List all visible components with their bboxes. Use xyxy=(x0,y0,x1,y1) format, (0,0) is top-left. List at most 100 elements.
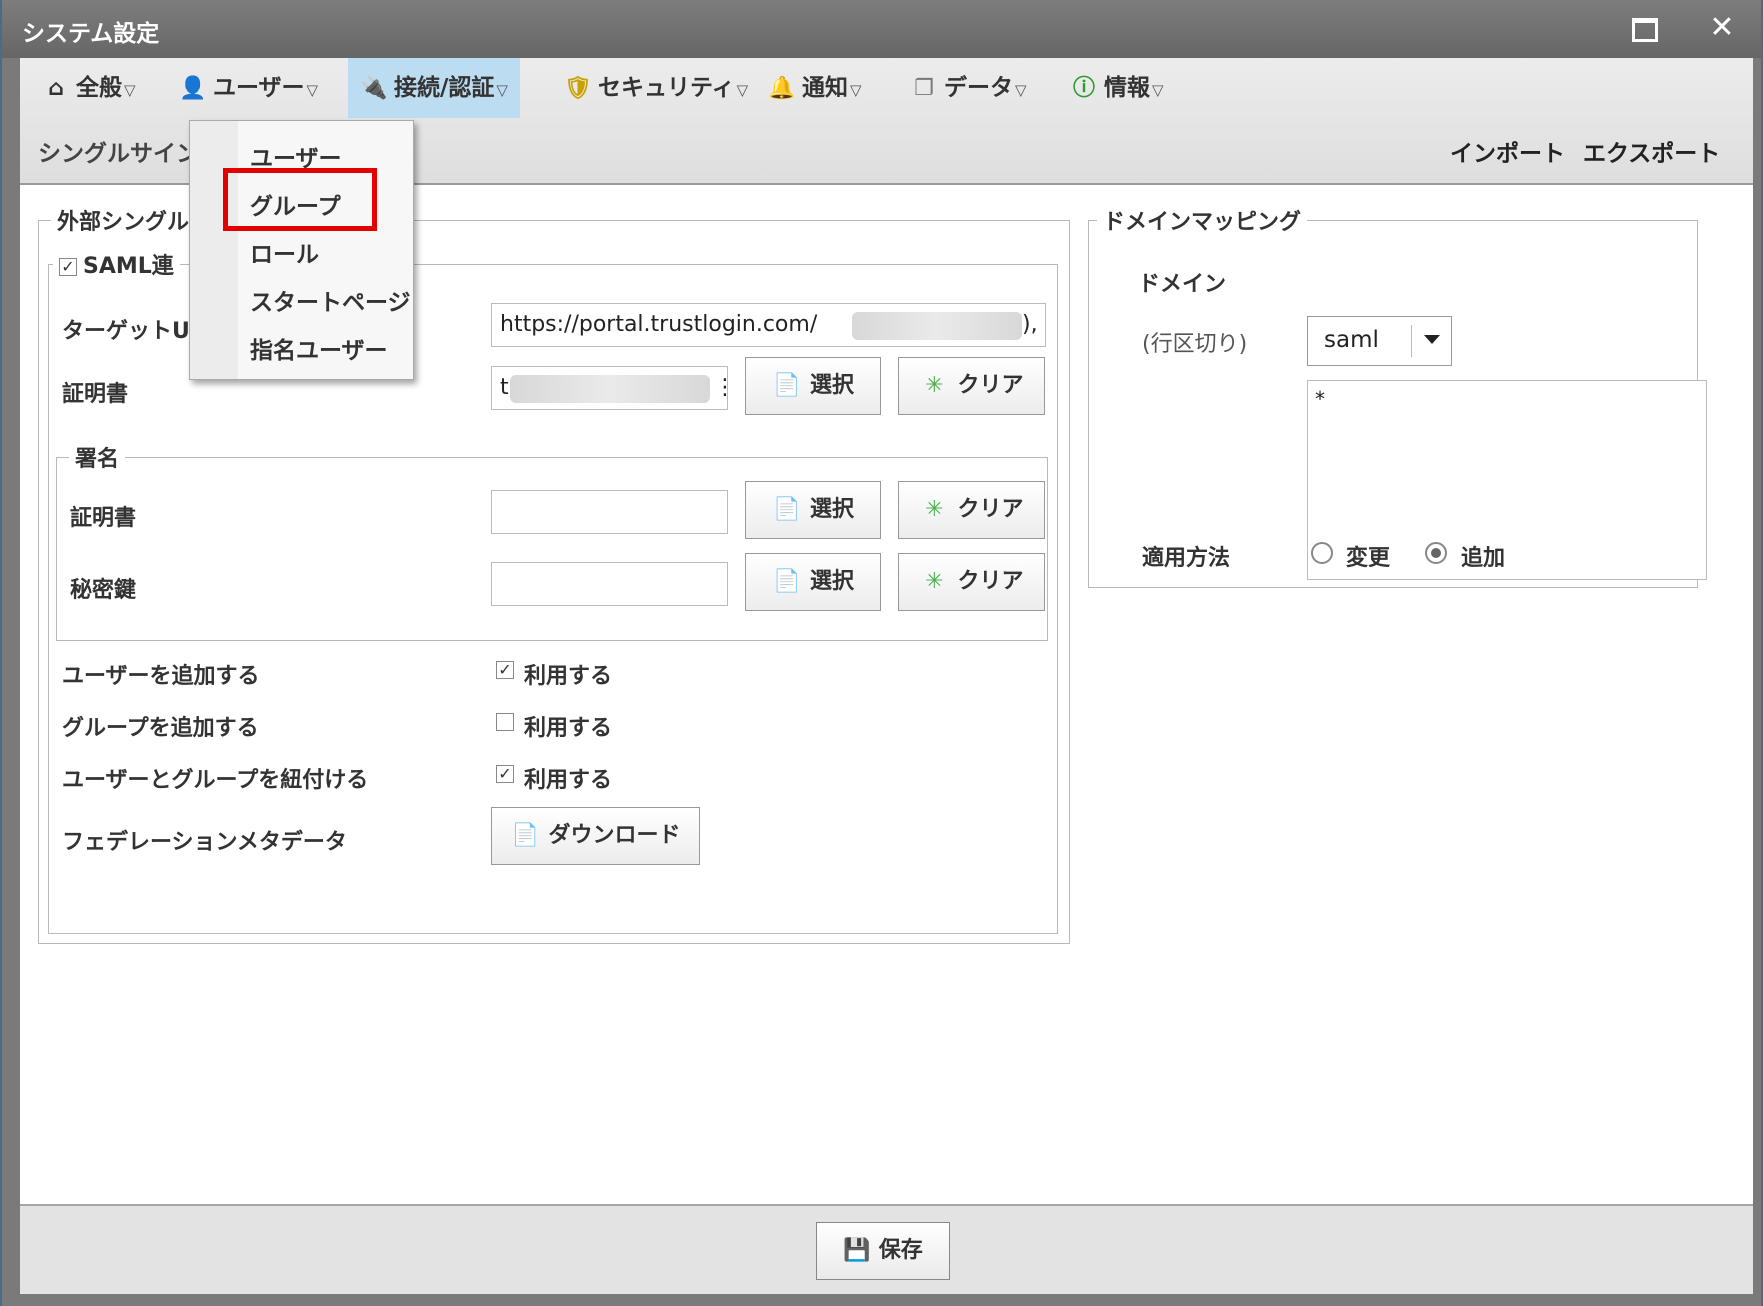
domain-select-value: saml xyxy=(1324,327,1379,353)
domain-select[interactable]: saml xyxy=(1307,316,1452,366)
saml-checkbox[interactable]: ✓ xyxy=(59,258,77,276)
close-icon: ✕ xyxy=(1709,10,1735,45)
saml-legend-label: SAML連 xyxy=(83,254,174,279)
dropdown-gutter xyxy=(190,121,238,379)
add-groups-check-label[interactable]: 利用する xyxy=(524,710,612,742)
add-users-checkbox[interactable]: ✓ xyxy=(496,661,514,679)
connection-auth-dropdown: ユーザー グループ ロール スタートページ 指名ユーザー xyxy=(189,120,414,380)
settings-content: ⌂ 全般 ▽ 👤 ユーザー ▽ 🔌 接続/認証 ▽ 🛡 セキュリティ ▽ 🔔 通知 ▽ ❐ データ ▽ … xyxy=(20,58,1753,1294)
chevron-down-icon: ▽ xyxy=(736,81,749,99)
button-label: クリア xyxy=(957,373,1024,398)
clear-icon: ✳ xyxy=(925,373,944,398)
shield-icon: 🛡 xyxy=(564,76,592,101)
chevron-down-icon: ▽ xyxy=(124,81,136,99)
menu-info[interactable]: ⓘ 情報 ▽ xyxy=(1058,58,1176,118)
menu-general[interactable]: ⌂ 全般 ▽ xyxy=(30,58,148,118)
apply-change-label[interactable]: 変更 xyxy=(1346,540,1390,572)
dropdown-item-start-page[interactable]: スタートページ xyxy=(250,283,411,317)
menu-label: データ xyxy=(944,75,1013,101)
apply-add-label[interactable]: 追加 xyxy=(1461,540,1505,572)
clear-icon: ✳ xyxy=(925,569,944,594)
save-label: 保存 xyxy=(878,1238,923,1263)
private-key-clear-button[interactable]: ✳ クリア xyxy=(898,553,1045,611)
title-bar: システム設定 ✕ xyxy=(2,0,1761,58)
redacted-text xyxy=(510,375,710,403)
window-title: システム設定 xyxy=(22,21,160,47)
submenu-single-sign-on[interactable]: シングルサイン xyxy=(38,134,199,168)
link-users-groups-checkbox[interactable]: ✓ xyxy=(496,765,514,783)
button-label: 選択 xyxy=(809,569,854,594)
menu-security[interactable]: 🛡 セキュリティ ▽ xyxy=(552,58,760,118)
caret-down-icon xyxy=(1424,335,1440,344)
apply-add-radio[interactable] xyxy=(1425,542,1447,564)
menu-user[interactable]: 👤 ユーザー ▽ xyxy=(167,58,330,118)
link-users-groups-label: ユーザーとグループを紐付ける xyxy=(62,768,369,793)
chevron-down-icon: ▽ xyxy=(1152,81,1164,99)
add-users-check-label[interactable]: 利用する xyxy=(524,658,612,690)
dropdown-item-role[interactable]: ロール xyxy=(250,235,319,269)
import-link[interactable]: インポート xyxy=(1450,134,1565,168)
footer-bar: 💾 保存 xyxy=(20,1204,1753,1294)
signature-group: 署名 xyxy=(56,441,1048,641)
menu-label: ユーザー xyxy=(213,75,305,101)
menu-data[interactable]: ❐ データ ▽ xyxy=(898,58,1039,118)
highlight-annotation xyxy=(223,168,377,231)
add-users-label: ユーザーを追加する xyxy=(62,664,260,689)
menu-notification[interactable]: 🔔 通知 ▽ xyxy=(756,58,874,118)
chevron-down-icon: ▽ xyxy=(1015,81,1027,99)
signature-cert-clear-button[interactable]: ✳ クリア xyxy=(898,481,1045,539)
saml-legend: ✓ SAML連 xyxy=(53,248,180,280)
dropdown-item-named-user[interactable]: 指名ユーザー xyxy=(250,331,388,365)
menu-connection-auth[interactable]: 🔌 接続/認証 ▽ xyxy=(348,58,520,118)
cert-clear-button[interactable]: ✳ クリア xyxy=(898,357,1045,415)
link-users-groups-check-label[interactable]: 利用する xyxy=(524,762,612,794)
chevron-down-icon: ▽ xyxy=(850,81,862,99)
line-separated-label: (行区切り) xyxy=(1142,332,1248,357)
target-url-field[interactable]: https://portal.trustlogin.com/ ), xyxy=(491,303,1046,347)
download-icon: 📄 xyxy=(511,823,540,848)
button-label: 選択 xyxy=(809,497,854,522)
button-label: 選択 xyxy=(809,373,854,398)
domain-label: ドメイン xyxy=(1138,272,1227,297)
cert-field[interactable]: t ⋮ xyxy=(491,366,736,410)
system-settings-window: システム設定 ✕ ⌂ 全般 ▽ 👤 ユーザー ▽ 🔌 接続/認証 ▽ 🛡 セキュリティ ▽ 🔔 通… xyxy=(2,0,1761,1306)
menu-label: 接続/認証 xyxy=(394,75,495,101)
close-button[interactable]: ✕ xyxy=(1704,10,1740,46)
signature-cert-select-button[interactable]: 📄 選択 xyxy=(745,481,881,539)
private-key-field[interactable] xyxy=(491,562,728,606)
domain-mapping-legend: ドメインマッピング xyxy=(1103,210,1302,235)
divider xyxy=(1411,325,1412,357)
target-url-value: https://portal.trustlogin.com/ xyxy=(500,312,818,337)
plug-icon: 🔌 xyxy=(360,76,388,101)
save-icon: 💾 xyxy=(843,1238,871,1263)
maximize-icon xyxy=(1632,18,1658,42)
menu-label: 情報 xyxy=(1104,75,1150,101)
private-key-select-button[interactable]: 📄 選択 xyxy=(745,553,881,611)
clear-icon: ✳ xyxy=(925,497,944,522)
target-url-tail: ), xyxy=(1022,312,1038,337)
file-add-icon: 📄 xyxy=(773,569,801,594)
home-icon: ⌂ xyxy=(48,76,64,101)
file-add-icon: 📄 xyxy=(773,497,801,522)
add-groups-checkbox[interactable] xyxy=(496,713,514,731)
cert-tail: ⋮ xyxy=(714,375,736,400)
chevron-down-icon: ▽ xyxy=(496,81,508,99)
download-button[interactable]: 📄 ダウンロード xyxy=(491,807,700,865)
add-groups-label: グループを追加する xyxy=(62,716,259,741)
maximize-button[interactable] xyxy=(1624,10,1660,46)
cert-value: t xyxy=(500,375,509,400)
menu-label: セキュリティ xyxy=(598,75,735,101)
menu-label: 全般 xyxy=(76,75,122,101)
cert-label: 証明書 xyxy=(62,382,129,407)
export-link[interactable]: エクスポート xyxy=(1583,134,1720,168)
menu-label: 通知 xyxy=(802,75,848,101)
signature-cert-field[interactable] xyxy=(491,490,728,534)
save-button[interactable]: 💾 保存 xyxy=(816,1222,950,1280)
external-sso-legend: 外部シングル xyxy=(57,210,190,235)
cert-select-button[interactable]: 📄 選択 xyxy=(745,357,881,415)
info-icon: ⓘ xyxy=(1072,76,1095,101)
redacted-text xyxy=(852,312,1022,340)
user-icon: 👤 xyxy=(179,76,207,101)
federation-metadata-label: フェデレーションメタデータ xyxy=(62,830,347,855)
apply-change-radio[interactable] xyxy=(1311,542,1333,564)
